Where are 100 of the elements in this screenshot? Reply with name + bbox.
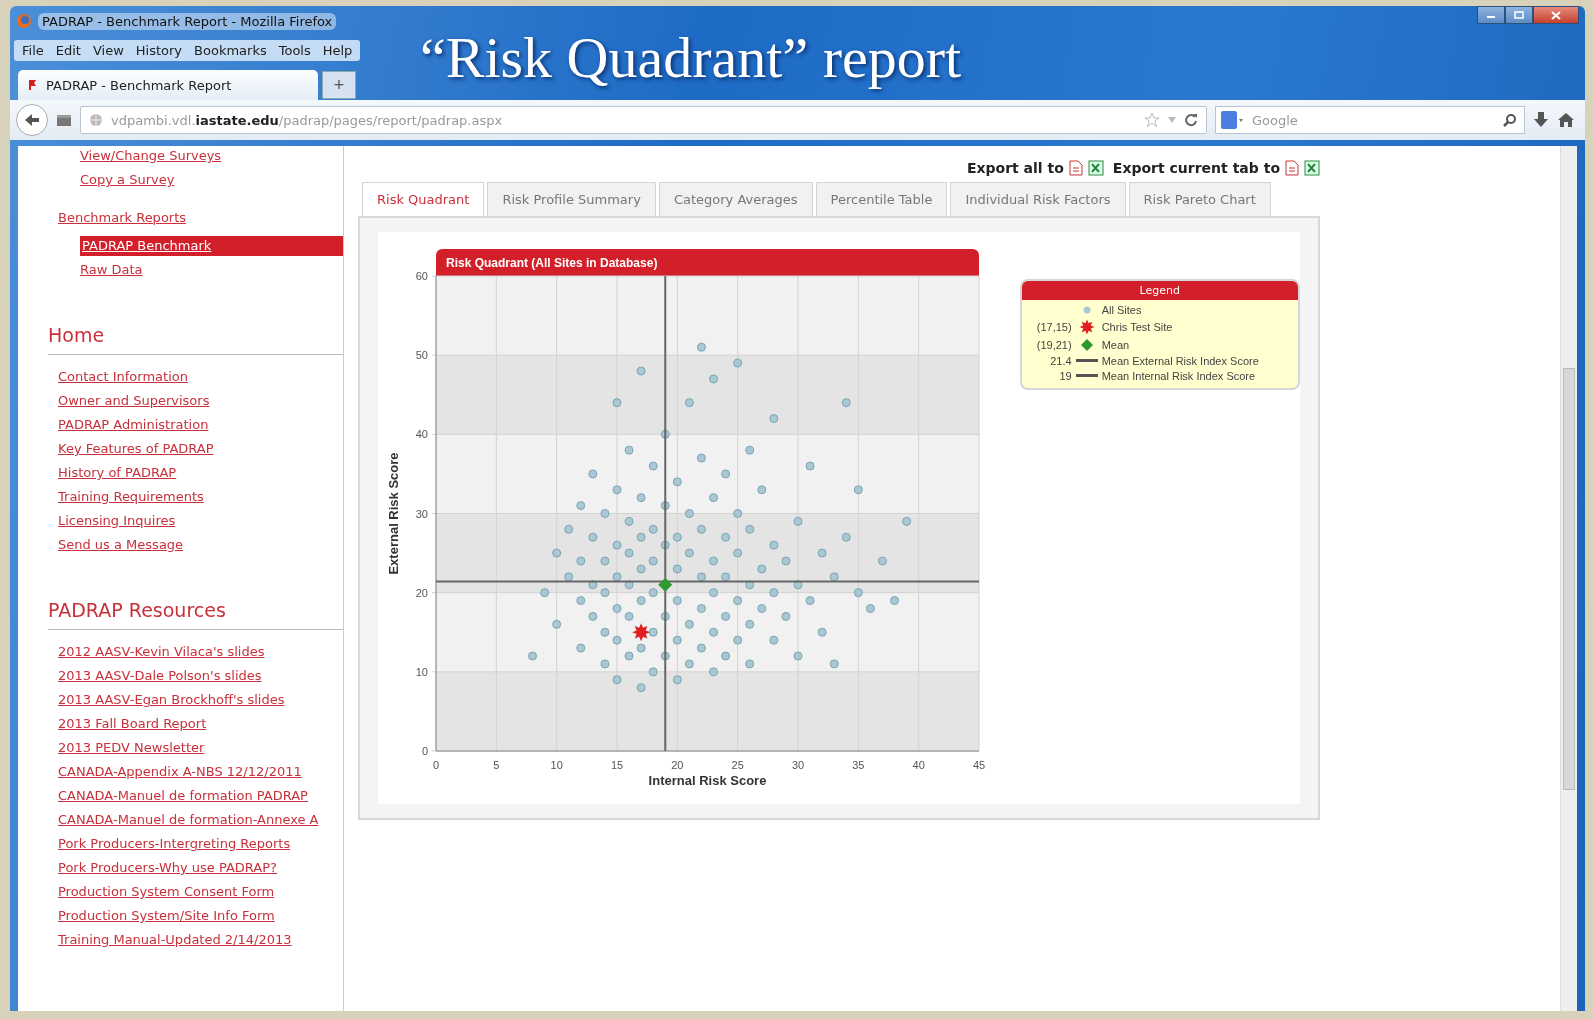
data-point [612,572,622,582]
data-point [612,485,622,495]
data-point [745,580,755,590]
reload-icon[interactable] [1184,113,1198,127]
sidebar-link[interactable]: CANADA-Manuel de formation-Annexe A [58,810,319,830]
legend-label: Mean [1101,339,1130,351]
close-button[interactable] [1533,6,1579,24]
sidebar-link[interactable]: Licensing Inquires [58,511,176,531]
data-point [684,548,694,558]
home-icon[interactable] [1557,112,1575,128]
data-point [576,596,586,606]
data-point [721,651,731,661]
spreadsheet-icon[interactable] [1304,160,1320,176]
data-point [696,453,706,463]
data-point [757,564,767,574]
data-point [793,651,803,661]
tab[interactable]: Risk Profile Summary [487,182,656,216]
sidebar-link[interactable]: Contact Information [58,367,188,387]
data-point [817,548,827,558]
sidebar-link[interactable]: Send us a Message [58,535,184,555]
pdf-icon[interactable] [1285,160,1299,176]
tab[interactable]: Percentile Table [815,182,948,216]
data-point [853,588,863,598]
sidebar-link[interactable]: 2013 Fall Board Report [58,714,207,734]
sidebar-link[interactable]: CANADA-Manuel de formation PADRAP [58,786,308,806]
tick-label: 20 [671,759,684,771]
data-point [733,596,743,606]
download-icon[interactable] [1533,111,1549,129]
menu-item[interactable]: Tools [278,42,311,58]
menu-item[interactable]: History [135,42,183,58]
data-point [805,596,815,606]
sidebar-link[interactable]: Pork Producers-Why use PADRAP? [58,858,277,878]
star-icon[interactable] [1144,112,1160,128]
sidebar-link[interactable]: Training Manual-Updated 2/14/2013 [58,930,292,950]
new-tab-button[interactable]: + [322,71,356,99]
sidebar-link[interactable]: Copy a Survey [80,170,175,190]
sidebar-link[interactable]: Production System/Site Info Form [58,906,275,926]
sidebar-link[interactable]: Benchmark Reports [58,208,187,228]
sidebar-link[interactable]: History of PADRAP [58,463,177,483]
data-point [672,477,682,487]
data-point [636,596,646,606]
tick-label: 45 [972,759,986,771]
data-point [733,548,743,558]
tab[interactable]: Risk Pareto Chart [1128,182,1271,216]
data-point [684,619,694,629]
axis-label: External Risk Score [386,452,401,575]
sidebar-link[interactable]: View/Change Surveys [80,146,222,166]
data-point [528,651,538,661]
data-point [612,398,622,408]
data-point [745,524,755,534]
sidebar-link[interactable]: 2012 AASV-Kevin Vilaca's slides [58,642,265,662]
sidebar-link[interactable]: 2013 PEDV Newsletter [58,738,205,758]
tick-label: 10 [550,759,563,771]
star-marker [632,623,651,642]
menu-item[interactable]: View [92,42,124,58]
search-icon[interactable] [1503,113,1517,127]
browser-logo-icon [16,13,32,29]
tab[interactable]: Risk Quadrant [362,182,485,218]
tick-label: 30 [791,759,805,771]
menu-item[interactable]: Bookmarks [194,42,267,58]
legend-label: Mean External Risk Index Score [1101,355,1259,367]
address-bar[interactable]: vdpambi.vdl.iastate.edu/padrap/pages/report/padrap.aspx [80,106,1207,134]
browser-tab[interactable]: PADRAP - Benchmark Report [18,70,318,100]
sidebar-link[interactable]: 2013 AASV-Egan Brockhoff's slides [58,690,285,710]
sidebar-link[interactable]: CANADA-Appendix A-NBS 12/12/2011 [58,762,302,782]
search-engine-icon[interactable] [1221,111,1243,129]
globe-icon [89,113,103,127]
back-button[interactable] [16,104,48,136]
data-point [757,485,767,495]
data-point [648,667,658,677]
sidebar-link[interactable]: Owner and Supervisors [58,391,210,411]
data-point [600,509,610,518]
sidebar-link[interactable]: 2013 AASV-Dale Polson's slides [58,666,262,686]
sidebar-link[interactable]: PADRAP Benchmark [80,236,343,256]
sidebar-link[interactable]: Production System Consent Form [58,882,275,902]
chart-title: Risk Quadrant (All Sites in Database) [446,256,658,270]
legend-label: All Sites [1101,304,1142,316]
sidebar-link[interactable]: Key Features of PADRAP [58,439,214,459]
data-point [696,342,706,352]
data-point [733,358,743,368]
menu-item[interactable]: Help [322,42,353,58]
sidebar-link[interactable]: Pork Producers-Intergreting Reports [58,834,291,854]
menu-item[interactable]: Edit [55,42,81,58]
data-point [721,572,731,582]
menu-item[interactable]: File [22,42,44,58]
maximize-button[interactable] [1505,6,1533,24]
data-point [552,619,562,629]
sidebar-link[interactable]: PADRAP Administration [58,415,209,435]
sidebar-link[interactable]: Raw Data [80,260,143,280]
tab[interactable]: Category Averages [658,182,813,216]
pdf-icon[interactable] [1068,160,1083,176]
scroll-thumb[interactable] [1563,367,1575,790]
data-point [890,596,900,606]
minimize-button[interactable] [1477,6,1505,24]
sidebar-link[interactable]: Training Requirements [58,487,204,507]
scrollbar[interactable] [1560,146,1577,1011]
tab[interactable]: Individual Risk Factors [950,182,1126,216]
spreadsheet-icon[interactable] [1087,160,1104,176]
search-field[interactable]: Google [1215,106,1525,134]
data-point [588,580,598,590]
